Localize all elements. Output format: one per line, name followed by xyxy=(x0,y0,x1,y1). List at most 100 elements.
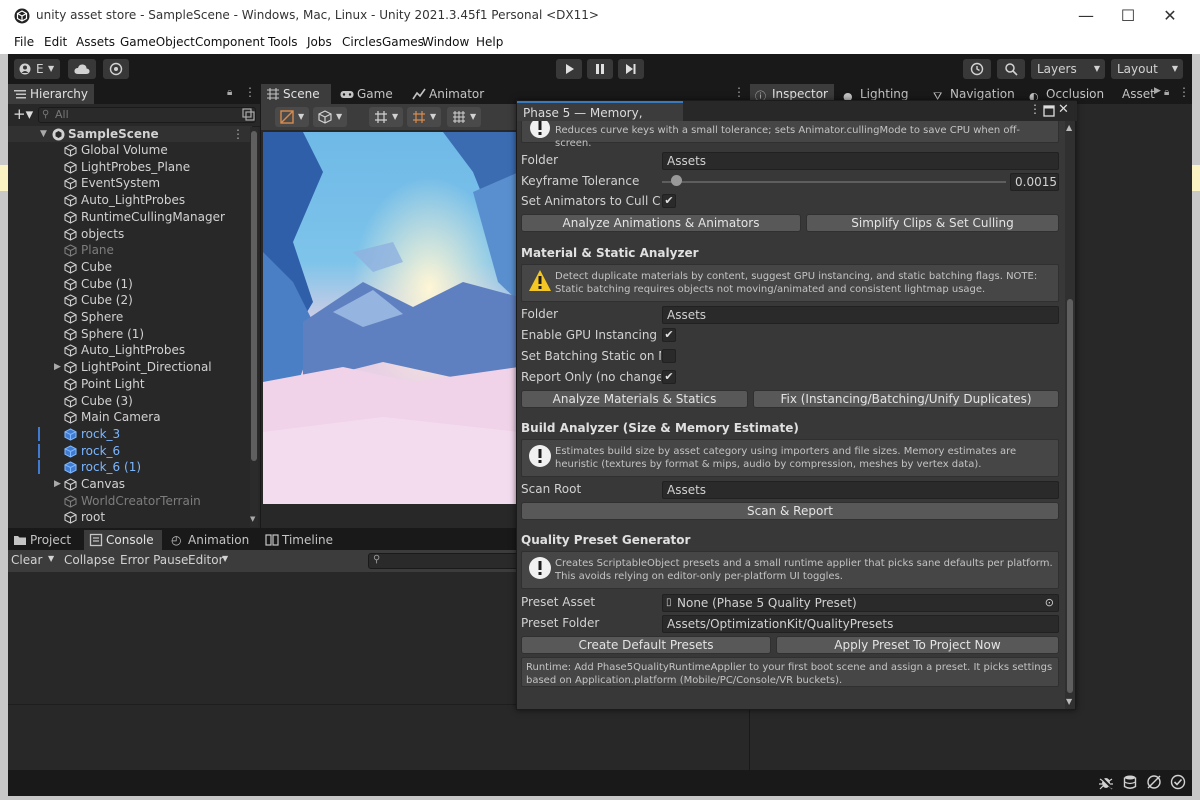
hierarchy-item[interactable]: rock_6 xyxy=(8,443,248,459)
menu-file[interactable]: File xyxy=(14,35,34,49)
undo-history-button[interactable] xyxy=(963,59,991,79)
more-options-icon[interactable]: ⋮ xyxy=(1178,85,1190,99)
collab-button[interactable] xyxy=(103,59,129,79)
tolerance-slider-thumb[interactable] xyxy=(670,175,682,186)
hierarchy-item[interactable]: Cube (1) xyxy=(8,276,248,292)
collapse-button[interactable]: Collapse xyxy=(64,553,115,567)
tab-console[interactable]: Console xyxy=(84,530,162,550)
hierarchy-item[interactable]: Auto_LightProbes xyxy=(8,192,248,208)
hierarchy-item[interactable]: rock_3 xyxy=(8,426,248,442)
scrollbar-thumb[interactable] xyxy=(1067,299,1073,693)
create-presets-button[interactable]: Create Default Presets xyxy=(521,636,771,654)
maximize-icon[interactable] xyxy=(1043,105,1055,117)
phase5-scrollbar[interactable]: ▲ ▼ xyxy=(1065,121,1075,709)
account-dropdown[interactable]: E ▼ xyxy=(14,59,60,79)
simplify-clips-button[interactable]: Simplify Clips & Set Culling xyxy=(806,214,1059,232)
play-button[interactable] xyxy=(556,59,582,79)
hierarchy-item[interactable]: Cube (2) xyxy=(8,292,248,308)
step-button[interactable] xyxy=(618,59,644,79)
menu-window[interactable]: Window xyxy=(422,35,469,49)
error-pause-button[interactable]: Error Pause xyxy=(120,553,188,567)
hierarchy-item[interactable]: ▶ Canvas xyxy=(8,476,248,492)
menu-jobs[interactable]: Jobs xyxy=(307,35,332,49)
object-picker-icon[interactable]: ⊙ xyxy=(1045,595,1054,611)
menu-assets[interactable]: Assets xyxy=(76,35,115,49)
clear-dropdown-icon[interactable]: ▼ xyxy=(48,554,54,563)
layout-dropdown[interactable]: Layout ▼ xyxy=(1111,59,1183,79)
hierarchy-item[interactable]: root xyxy=(8,509,248,525)
cull-animators-checkbox[interactable]: ✔ xyxy=(662,194,676,208)
hierarchy-item[interactable]: WorldCreatorTerrain xyxy=(8,493,248,509)
check-circle-icon[interactable] xyxy=(1170,774,1186,790)
menu-component[interactable]: Component xyxy=(195,35,265,49)
menu-tools[interactable]: Tools xyxy=(268,35,298,49)
tab-project[interactable]: Project xyxy=(8,530,80,550)
fix-materials-button[interactable]: Fix (Instancing/Batching/Unify Duplicate… xyxy=(753,390,1059,408)
hierarchy-item[interactable]: Plane xyxy=(8,242,248,258)
scrollbar-thumb[interactable] xyxy=(251,131,257,461)
hierarchy-scrollbar[interactable]: ▼ xyxy=(250,127,258,527)
hierarchy-item[interactable]: RuntimeCullingManager xyxy=(8,209,248,225)
editor-dropdown[interactable]: Editor xyxy=(188,553,224,567)
hierarchy-item[interactable]: Main Camera xyxy=(8,409,248,425)
tab-hierarchy[interactable]: Hierarchy xyxy=(8,84,94,104)
draw-mode-dropdown[interactable]: ▼ xyxy=(275,107,309,127)
hierarchy-item[interactable]: Auto_LightProbes xyxy=(8,342,248,358)
scene-visibility-icon[interactable] xyxy=(242,108,255,121)
minimize-button[interactable]: — xyxy=(1066,4,1106,28)
analyze-animations-button[interactable]: Analyze Animations & Animators xyxy=(521,214,801,232)
batching-static-checkbox[interactable]: ✔ xyxy=(662,349,676,363)
scroll-down-icon[interactable]: ▼ xyxy=(250,515,255,523)
hierarchy-item[interactable]: EventSystem xyxy=(8,175,248,191)
maximize-button[interactable]: ☐ xyxy=(1108,4,1148,28)
tab-game[interactable]: Game xyxy=(335,84,399,104)
more-options-icon[interactable]: ⋮ xyxy=(1029,102,1041,116)
scene-row[interactable]: ▼ SampleScene ⋮ xyxy=(8,126,252,142)
hierarchy-item[interactable]: Cube xyxy=(8,259,248,275)
tab-animation[interactable]: ◴ Animation xyxy=(166,530,256,550)
material-folder-field[interactable]: Assets xyxy=(662,306,1059,324)
report-only-checkbox[interactable]: ✔ xyxy=(662,370,676,384)
scroll-down-icon[interactable]: ▼ xyxy=(1066,697,1072,706)
expand-arrow-icon[interactable]: ▶ xyxy=(54,359,61,375)
tab-phase5[interactable]: Phase 5 — Memory, Audio... xyxy=(517,101,683,140)
pause-button[interactable] xyxy=(587,59,613,79)
preset-asset-field[interactable]: ▯ None (Phase 5 Quality Preset) ⊙ xyxy=(662,594,1059,612)
tab-animator[interactable]: Animator xyxy=(407,84,487,104)
gpu-instancing-checkbox[interactable]: ✔ xyxy=(662,328,676,342)
hierarchy-item[interactable]: Cube (3) xyxy=(8,393,248,409)
tab-scene[interactable]: Scene xyxy=(261,84,331,104)
scene-viewport[interactable] xyxy=(263,132,519,504)
expand-arrow-icon[interactable]: ▼ xyxy=(40,126,47,142)
bug-icon[interactable] xyxy=(1098,774,1114,790)
close-window-button[interactable]: ✕ xyxy=(1150,4,1190,28)
scan-report-button[interactable]: Scan & Report xyxy=(521,502,1059,520)
cache-server-icon[interactable] xyxy=(1146,774,1162,790)
hierarchy-item[interactable]: Sphere xyxy=(8,309,248,325)
apply-preset-button[interactable]: Apply Preset To Project Now xyxy=(776,636,1059,654)
database-icon[interactable] xyxy=(1122,774,1138,790)
render-mode-dropdown[interactable]: ▼ xyxy=(313,107,347,127)
hierarchy-item[interactable]: LightProbes_Plane xyxy=(8,159,248,175)
more-options-icon[interactable]: ⋮ xyxy=(733,85,745,99)
console-search-input[interactable]: ⚲ xyxy=(368,553,528,569)
menu-gameobject[interactable]: GameObject xyxy=(120,35,195,49)
analyze-materials-button[interactable]: Analyze Materials & Statics xyxy=(521,390,748,408)
hierarchy-item[interactable]: Sphere (1) xyxy=(8,326,248,342)
hierarchy-item[interactable]: objects xyxy=(8,226,248,242)
anim-folder-field[interactable]: Assets xyxy=(662,152,1059,170)
menu-edit[interactable]: Edit xyxy=(44,35,67,49)
lock-icon[interactable]: 🔒︎ xyxy=(227,87,232,98)
tab-asset[interactable]: Asset xyxy=(1112,84,1160,104)
preset-folder-field[interactable]: Assets/OptimizationKit/QualityPresets xyxy=(662,615,1059,633)
layers-dropdown[interactable]: Layers ▼ xyxy=(1031,59,1105,79)
snap-dropdown[interactable]: ▼ xyxy=(407,107,441,127)
clear-button[interactable]: Clear xyxy=(11,553,42,567)
hierarchy-item[interactable]: Point Light xyxy=(8,376,248,392)
hierarchy-item[interactable]: ▶ LightPoint_Directional xyxy=(8,359,248,375)
tolerance-slider-track[interactable] xyxy=(662,181,1006,183)
scan-root-field[interactable]: Assets xyxy=(662,481,1059,499)
more-options-icon[interactable]: ⋮ xyxy=(244,85,256,99)
scene-options-icon[interactable]: ⋮ xyxy=(232,126,244,142)
scroll-up-icon[interactable]: ▲ xyxy=(1066,123,1072,132)
